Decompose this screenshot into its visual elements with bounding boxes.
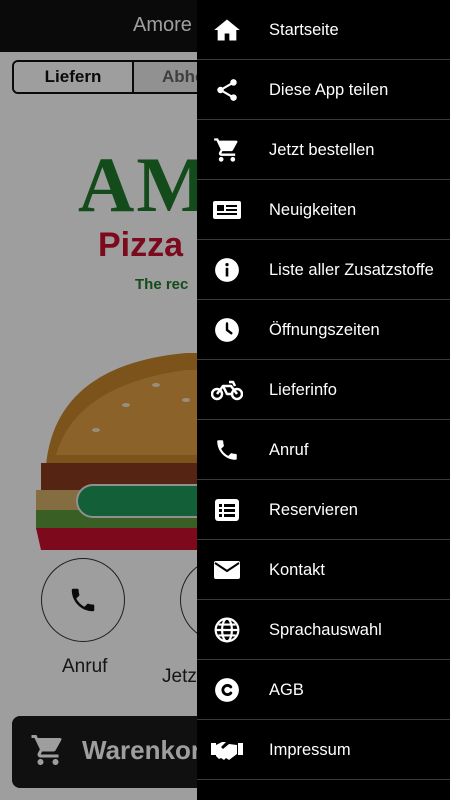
list-icon [211, 494, 243, 526]
copyright-icon [211, 674, 243, 706]
cart-icon [211, 134, 243, 166]
menu-item-label: Öffnungszeiten [269, 320, 380, 339]
menu-item-oeffnungszeiten[interactable]: Öffnungszeiten [197, 300, 450, 360]
menu-item-zusatzstoffe[interactable]: Liste aller Zusatzstoffe [197, 240, 450, 300]
menu-item-kontakt[interactable]: Kontakt [197, 540, 450, 600]
menu-item-label: Kontakt [269, 560, 325, 579]
menu-item-label: Sprachauswahl [269, 620, 382, 639]
menu-item-label: Anruf [269, 440, 309, 459]
menu-item-sprachauswahl[interactable]: Sprachauswahl [197, 600, 450, 660]
menu-item-label: Lieferinfo [269, 380, 337, 399]
envelope-icon [211, 554, 243, 586]
home-icon [211, 14, 243, 46]
clock-icon [211, 314, 243, 346]
menu-item-impressum[interactable]: Impressum [197, 720, 450, 780]
menu-item-label: Diese App teilen [269, 80, 389, 99]
menu-item-label: Liste aller Zusatzstoffe [269, 260, 434, 279]
menu-item-neuigkeiten[interactable]: Neuigkeiten [197, 180, 450, 240]
menu-item-label: Impressum [269, 740, 351, 759]
menu-item-startseite[interactable]: Startseite [197, 0, 450, 60]
motorcycle-icon [211, 374, 243, 406]
globe-icon [211, 614, 243, 646]
info-icon [211, 254, 243, 286]
navigation-drawer: Startseite Diese App teilen Jetzt bestel… [197, 0, 450, 800]
menu-item-label: Neuigkeiten [269, 200, 357, 219]
phone-icon [211, 434, 243, 466]
menu-item-reservieren[interactable]: Reservieren [197, 480, 450, 540]
menu-item-label: Jetzt bestellen [269, 140, 375, 159]
menu-item-label: Startseite [269, 20, 339, 39]
menu-item-label: AGB [269, 680, 304, 699]
menu-item-anruf[interactable]: Anruf [197, 420, 450, 480]
share-icon [211, 74, 243, 106]
newspaper-icon [211, 194, 243, 226]
menu-item-jetzt-bestellen[interactable]: Jetzt bestellen [197, 120, 450, 180]
menu-item-lieferinfo[interactable]: Lieferinfo [197, 360, 450, 420]
menu-item-agb[interactable]: AGB [197, 660, 450, 720]
menu-item-app-teilen[interactable]: Diese App teilen [197, 60, 450, 120]
menu-item-label: Reservieren [269, 500, 358, 519]
handshake-icon [211, 734, 243, 766]
